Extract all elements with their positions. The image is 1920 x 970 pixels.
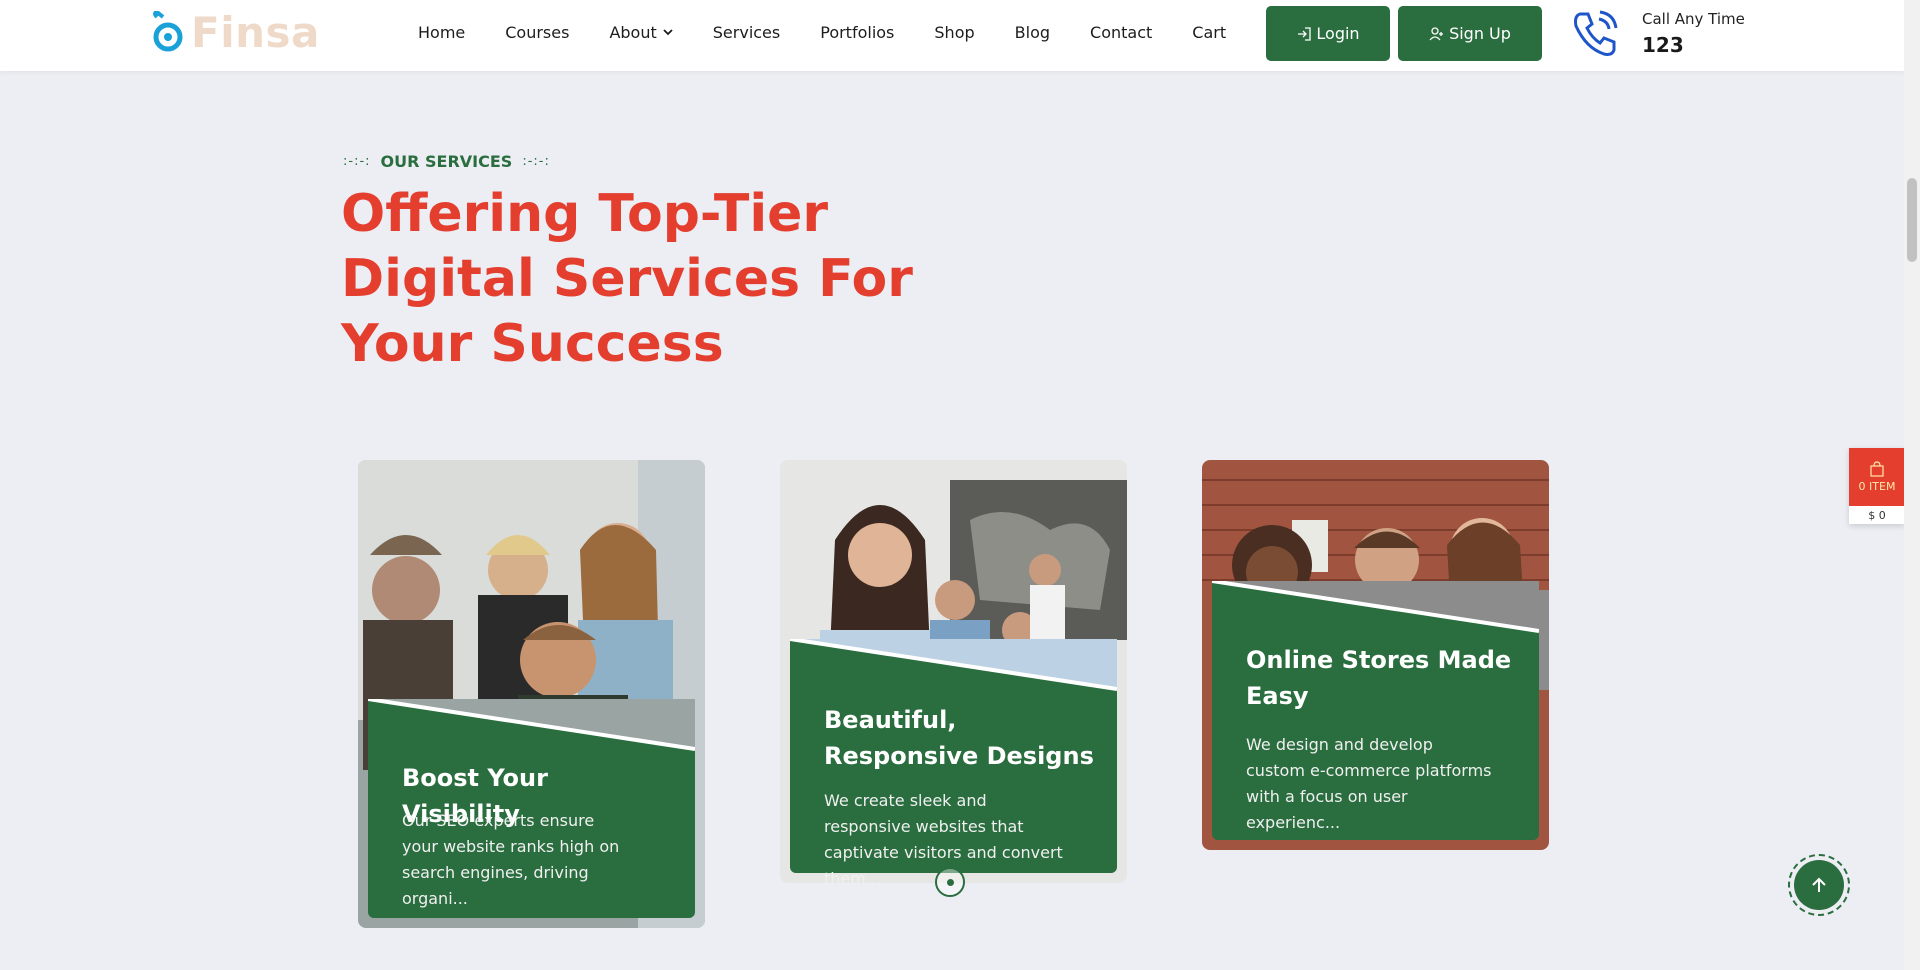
signup-button[interactable]: Sign Up xyxy=(1398,6,1542,61)
call-label: Call Any Time xyxy=(1642,10,1745,28)
service-card[interactable]: Online Stores Made Easy We design and de… xyxy=(1202,460,1549,850)
scroll-to-top-inner xyxy=(1794,860,1844,910)
nav-contact-label: Contact xyxy=(1090,22,1153,42)
login-button[interactable]: Login xyxy=(1266,6,1390,61)
service-card[interactable]: Beautiful, Responsive Designs We create … xyxy=(780,460,1127,883)
main-nav: Home Courses About Services Portfolios S… xyxy=(418,0,1266,64)
nav-blog-label: Blog xyxy=(1014,22,1051,42)
floating-cart-widget[interactable]: 0 ITEM $ 0 xyxy=(1849,448,1905,524)
service-card-title: Online Stores Made Easy xyxy=(1246,646,1512,710)
arrow-up-icon xyxy=(1812,877,1826,892)
nav-about-label: About xyxy=(609,22,657,42)
brand-logo[interactable]: Finsa xyxy=(151,8,320,57)
service-card-panel: Beautiful, Responsive Designs We create … xyxy=(790,639,1117,883)
headline-line-1: Offering Top-Tier xyxy=(341,184,829,244)
scroll-to-top-button[interactable] xyxy=(1788,854,1850,916)
headline-line-2: Digital Services For xyxy=(341,249,913,309)
nav-blog[interactable]: Blog xyxy=(1015,23,1050,42)
nav-courses-label: Courses xyxy=(505,22,570,42)
eyebrow-dots-left: :-:-: xyxy=(343,154,371,169)
nav-contact[interactable]: Contact xyxy=(1090,23,1152,42)
cart-total: $ 0 xyxy=(1849,506,1905,524)
nav-services-label: Services xyxy=(712,22,781,42)
nav-about[interactable]: About xyxy=(609,22,673,42)
shopping-bag-icon xyxy=(1870,461,1884,477)
phone-number[interactable]: 123 xyxy=(1642,33,1684,57)
headline-line-3: Your Success xyxy=(341,314,724,374)
nav-services[interactable]: Services xyxy=(713,23,780,42)
login-icon xyxy=(1298,26,1312,41)
panel-slant xyxy=(368,699,695,751)
brand-name: Finsa xyxy=(191,8,320,57)
nav-cart[interactable]: Cart xyxy=(1192,23,1226,42)
nav-courses[interactable]: Courses xyxy=(505,23,569,42)
nav-home[interactable]: Home xyxy=(418,23,465,42)
nav-cart-label: Cart xyxy=(1192,22,1227,42)
eyebrow-label: OUR SERVICES xyxy=(380,152,513,171)
chevron-down-icon xyxy=(663,29,673,36)
scrollbar-thumb[interactable] xyxy=(1907,178,1917,262)
service-card-text: Our SEO experts ensure your website rank… xyxy=(402,811,620,908)
section-headline: Offering Top-Tier Digital Services For Y… xyxy=(341,182,913,377)
login-label: Login xyxy=(1316,24,1360,43)
section-eyebrow: :-:-: OUR SERVICES :-:-: xyxy=(343,152,550,171)
service-card-panel: Boost Your Visibility Our SEO experts en… xyxy=(368,699,695,918)
nav-portfolios[interactable]: Portfolios xyxy=(820,23,894,42)
logo-icon xyxy=(153,10,183,51)
panel-slant xyxy=(790,639,1117,691)
service-card-text: We design and develop custom e-commerce … xyxy=(1246,735,1492,832)
nav-portfolios-label: Portfolios xyxy=(820,22,895,42)
cart-item-count: 0 ITEM xyxy=(1858,480,1896,493)
panel-slant xyxy=(1212,581,1539,633)
user-plus-icon xyxy=(1429,26,1444,40)
service-card[interactable]: Boost Your Visibility Our SEO experts en… xyxy=(358,460,705,928)
service-card-title: Beautiful, Responsive Designs xyxy=(824,706,1094,770)
phone-icon xyxy=(1574,10,1618,56)
page-scrollbar[interactable] xyxy=(1904,0,1920,970)
carousel-dot[interactable] xyxy=(935,867,965,897)
nav-shop-label: Shop xyxy=(934,22,975,42)
nav-shop[interactable]: Shop xyxy=(934,23,974,42)
service-card-panel: Online Stores Made Easy We design and de… xyxy=(1212,581,1539,840)
site-header: Finsa Home Courses About Services Portfo… xyxy=(0,0,1904,71)
signup-label: Sign Up xyxy=(1449,24,1511,43)
nav-home-label: Home xyxy=(418,22,466,42)
cart-widget-top: 0 ITEM xyxy=(1849,448,1905,506)
eyebrow-dots-right: :-:-: xyxy=(522,154,550,169)
